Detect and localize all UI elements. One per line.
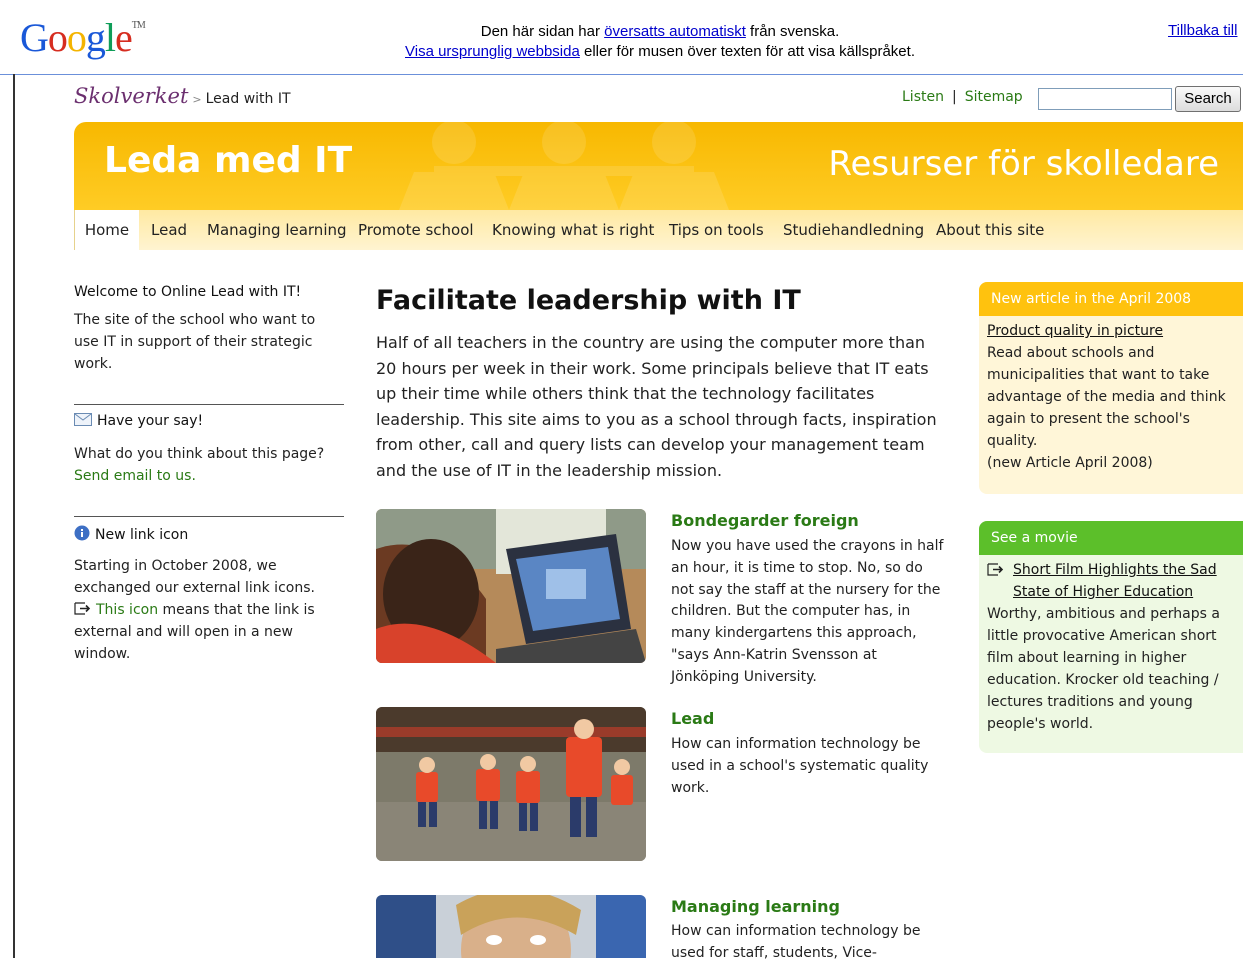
see-a-movie-box: See a movie Short Film Highlights the Sa…	[979, 521, 1243, 753]
smiling-woman-image	[376, 895, 646, 958]
intro-text: Half of all teachers in the country are …	[376, 333, 937, 480]
send-email-link[interactable]: Send email to us.	[74, 468, 196, 484]
nav-promote-school[interactable]: Promote school	[358, 210, 474, 250]
page-border	[13, 74, 15, 958]
children-walking-image	[376, 707, 646, 861]
nav-studiehandledning[interactable]: Studiehandledning	[783, 210, 924, 250]
nav-about-this-site[interactable]: About this site	[936, 210, 1044, 250]
article-text: Now you have used the crayons in half an…	[671, 538, 944, 685]
external-link-icon	[987, 563, 1004, 576]
welcome-text: The site of the school who want to use I…	[74, 312, 316, 372]
nav-knowing-what-is-right[interactable]: Knowing what is right	[492, 210, 654, 250]
see-a-movie-body: Short Film Highlights the Sad State of H…	[987, 562, 1220, 732]
have-your-say-text: What do you think about this page? Send …	[74, 446, 325, 484]
divider	[74, 404, 344, 405]
view-original-link[interactable]: Visa ursprunglig webbsida	[405, 43, 580, 60]
see-a-movie-header: See a movie	[979, 521, 1243, 555]
google-logo[interactable]: GoogleTM	[20, 14, 146, 61]
this-icon-link[interactable]: This icon	[96, 602, 158, 618]
banner-tagline: Resurser för skolledare	[828, 144, 1219, 184]
breadcrumb: Skolverket > Lead with IT	[74, 84, 291, 108]
sitemap-link[interactable]: Sitemap	[965, 89, 1023, 105]
listen-link[interactable]: Listen	[902, 89, 944, 105]
divider	[74, 516, 344, 517]
new-link-icon-heading: New link icon	[74, 525, 188, 543]
trademark: TM	[131, 20, 146, 31]
search-button[interactable]: Search	[1175, 86, 1241, 112]
article-photo-children[interactable]	[376, 707, 646, 861]
article-title-link[interactable]: Managing learning	[671, 897, 840, 916]
nav-managing-learning[interactable]: Managing learning	[207, 210, 347, 250]
translated-link[interactable]: översatts automatiskt	[604, 23, 746, 40]
article-photo-woman[interactable]	[376, 895, 646, 958]
external-link-icon	[74, 602, 91, 615]
product-quality-link[interactable]: Product quality in picture	[987, 323, 1163, 339]
nav-tips-on-tools[interactable]: Tips on tools	[669, 210, 764, 250]
new-article-box: New article in the April 2008 Product qu…	[979, 282, 1243, 494]
envelope-icon	[74, 413, 92, 426]
main-nav: Home Lead Managing learning Promote scho…	[74, 210, 1243, 250]
info-icon	[74, 525, 90, 541]
child-at-computer-image	[376, 509, 646, 663]
new-article-header: New article in the April 2008	[979, 282, 1243, 316]
search-input[interactable]	[1038, 88, 1172, 110]
translate-bar: GoogleTM Den här sidan har översatts aut…	[0, 0, 1243, 75]
article-title-link[interactable]: Bondegarder foreign	[671, 511, 859, 530]
nav-lead[interactable]: Lead	[151, 210, 187, 250]
short-film-link[interactable]: Short Film Highlights the Sad State of H…	[1013, 562, 1217, 600]
skolverket-logo[interactable]: Skolverket	[74, 84, 188, 108]
banner-title: Leda med IT	[104, 140, 353, 181]
translate-message: Den här sidan har översatts automatiskt …	[405, 23, 915, 60]
new-article-body: Product quality in picture Read about sc…	[987, 323, 1226, 471]
welcome-title: Welcome to Online Lead with IT!	[74, 284, 302, 300]
nav-home[interactable]: Home	[74, 210, 139, 250]
top-links: Listen | Sitemap	[902, 89, 1023, 105]
article-photo-computer[interactable]	[376, 509, 646, 663]
have-your-say-heading: Have your say!	[74, 413, 203, 429]
page-title: Facilitate leadership with IT	[376, 285, 801, 316]
back-link[interactable]: Tillbaka till	[1168, 22, 1237, 39]
new-link-icon-text: Starting in October 2008, we exchanged o…	[74, 558, 315, 662]
article-text: How can information technology be used i…	[671, 736, 929, 796]
breadcrumb-current: Lead with IT	[205, 91, 291, 107]
article-title-link[interactable]: Lead	[671, 709, 714, 728]
article-text: How can information technology be used f…	[671, 923, 921, 961]
site-banner: Leda med IT Resurser för skolledare	[74, 122, 1243, 210]
